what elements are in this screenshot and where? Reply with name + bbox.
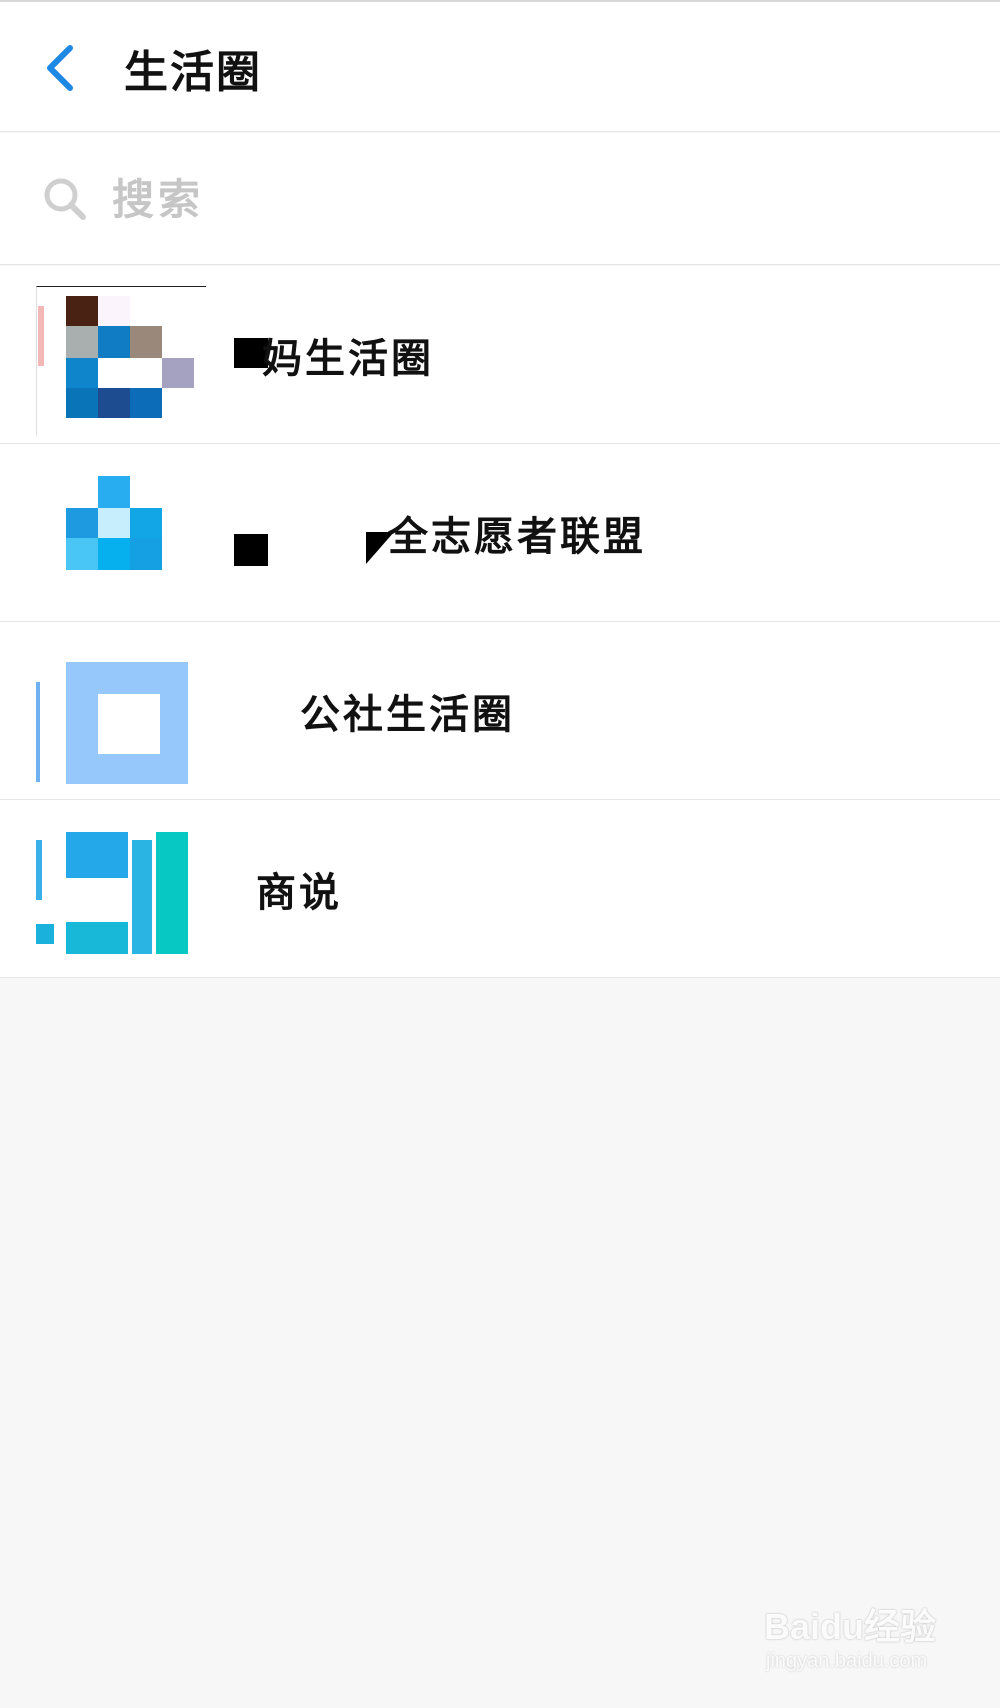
- circle-list: 妈生活圈 全志愿者联盟 公社生活圈 商说: [0, 266, 1000, 978]
- pixelated-avatar: [36, 464, 206, 614]
- list-item[interactable]: 公社生活圈: [0, 622, 1000, 800]
- watermark-url: jingyan.baidu.com: [766, 1650, 928, 1672]
- pixelated-avatar: [36, 820, 206, 970]
- chevron-left-icon: [47, 45, 73, 91]
- page-title: 生活圈: [124, 47, 262, 98]
- list-item-label: 妈生活圈: [262, 334, 434, 382]
- search-icon: [44, 178, 86, 220]
- list-item-label: 商说: [256, 868, 342, 916]
- list-item[interactable]: 商说: [0, 800, 1000, 978]
- back-button[interactable]: [34, 38, 90, 98]
- search-input[interactable]: [112, 166, 712, 232]
- list-item[interactable]: 妈生活圈: [0, 266, 1000, 444]
- list-item-label: 全志愿者联盟: [388, 512, 646, 560]
- pixelated-avatar: [36, 642, 206, 792]
- baidu-jingyan-watermark: Baidu经验 jingyan.baidu.com: [764, 1598, 970, 1686]
- list-item[interactable]: 全志愿者联盟: [0, 444, 1000, 622]
- app-header: 生活圈: [0, 0, 1000, 132]
- watermark-brand: Baidu经验: [764, 1606, 937, 1647]
- pixelated-avatar: [36, 286, 206, 436]
- list-item-label: 公社生活圈: [300, 690, 515, 738]
